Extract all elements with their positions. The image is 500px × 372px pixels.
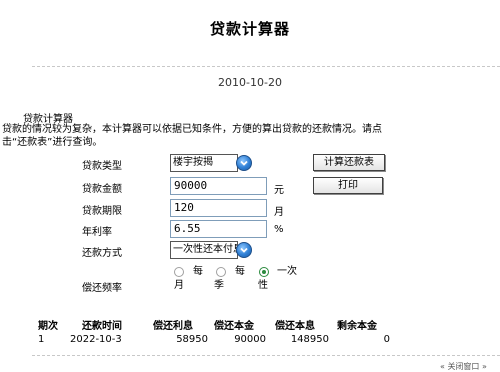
loan-type-label: 贷款类型 bbox=[82, 161, 122, 172]
calculate-repayment-button[interactable]: 计算还款表 bbox=[313, 154, 385, 171]
frequency-quarterly-text-2: 季 bbox=[214, 280, 224, 291]
page-title: 贷款计算器 bbox=[209, 20, 290, 38]
table-cell-interest: 58950 bbox=[176, 334, 208, 345]
frequency-once-text-2: 性 bbox=[258, 280, 268, 291]
frequency-monthly-text-2: 月 bbox=[174, 280, 184, 291]
table-header-principal: 偿还本金 bbox=[214, 321, 254, 332]
loan-type-select[interactable]: 楼宇按揭 bbox=[170, 154, 238, 172]
table-cell-total: 148950 bbox=[290, 334, 329, 345]
annual-rate-unit: % bbox=[274, 224, 284, 235]
repayment-method-select[interactable]: 一次性还本付息 bbox=[170, 241, 238, 259]
loan-type-dropdown-icon[interactable] bbox=[236, 155, 252, 171]
table-header-date: 还款时间 bbox=[82, 321, 122, 332]
table-header-period: 期次 bbox=[38, 321, 58, 332]
header-divider bbox=[32, 66, 500, 67]
loan-amount-unit: 元 bbox=[274, 185, 284, 196]
intro-description: 贷款的情况较为复杂，本计算器可以依据已知条件，方便的算出贷款的还款情况。请点击“… bbox=[2, 124, 382, 148]
frequency-once-text-1: 一次 bbox=[277, 266, 297, 277]
repayment-method-dropdown-icon[interactable] bbox=[236, 242, 252, 258]
frequency-quarterly-text-1: 每 bbox=[235, 266, 245, 277]
loan-term-input[interactable]: 120 bbox=[170, 199, 267, 217]
loan-amount-label: 贷款金额 bbox=[82, 184, 122, 195]
repayment-method-label: 还款方式 bbox=[82, 248, 122, 259]
frequency-quarterly-radio[interactable] bbox=[216, 267, 226, 277]
print-button[interactable]: 打印 bbox=[313, 177, 383, 194]
frequency-label: 偿还频率 bbox=[82, 283, 122, 294]
frequency-once-radio[interactable] bbox=[259, 267, 269, 277]
table-cell-date: 2022-10-3 bbox=[70, 334, 122, 345]
loan-amount-input[interactable]: 90000 bbox=[170, 177, 267, 195]
loan-term-label: 贷款期限 bbox=[82, 206, 122, 217]
page-date: 2010-10-20 bbox=[218, 76, 282, 89]
annual-rate-label: 年利率 bbox=[82, 227, 112, 238]
frequency-monthly-text-1: 每 bbox=[193, 266, 203, 277]
footer-divider bbox=[32, 355, 500, 356]
table-cell-principal: 90000 bbox=[234, 334, 266, 345]
loan-term-unit: 月 bbox=[274, 207, 284, 218]
annual-rate-input[interactable]: 6.55 bbox=[170, 220, 267, 238]
table-header-remaining: 剩余本金 bbox=[337, 321, 377, 332]
frequency-monthly-radio[interactable] bbox=[174, 267, 184, 277]
table-cell-remaining: 0 bbox=[383, 334, 390, 345]
table-header-total: 偿还本息 bbox=[275, 321, 315, 332]
table-cell-period: 1 bbox=[38, 334, 45, 345]
table-header-interest: 偿还利息 bbox=[153, 321, 193, 332]
